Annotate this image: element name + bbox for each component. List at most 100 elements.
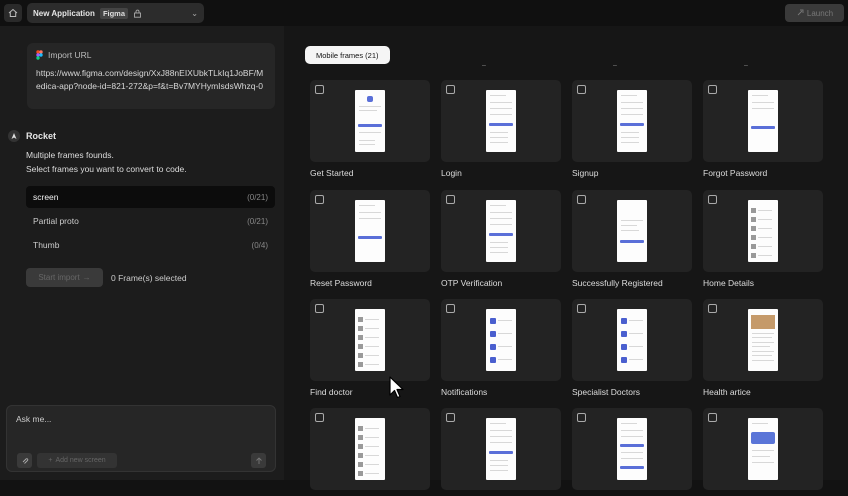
frame-checkbox[interactable] <box>446 195 455 204</box>
mock-line <box>490 212 512 213</box>
frame-card[interactable]: Home Details <box>703 190 823 288</box>
launch-button[interactable]: Launch <box>785 4 844 22</box>
frame-card[interactable]: Login <box>441 80 561 178</box>
assistant-message-line2: Select frames you want to convert to cod… <box>26 163 187 174</box>
launch-label: Launch <box>806 8 834 18</box>
tab-mobile-frames[interactable]: Mobile frames (21) <box>305 46 390 64</box>
mock-button <box>489 123 513 126</box>
frame-group-partial-proto[interactable]: Partial proto (0/21) <box>26 210 275 232</box>
send-button[interactable] <box>251 453 266 468</box>
frame-thumbnail[interactable] <box>441 408 561 490</box>
frame-group-screen[interactable]: screen (0/21) <box>26 186 275 208</box>
frame-card[interactable]: Specialist Doctors <box>572 299 692 397</box>
frame-thumbnail[interactable] <box>703 299 823 381</box>
frame-group-thumb[interactable]: Thumb (0/4) <box>26 234 275 256</box>
mock-line <box>752 102 774 103</box>
frame-card[interactable]: OTP Verification <box>441 190 561 288</box>
frame-card[interactable]: Get Started <box>310 80 430 178</box>
frame-checkbox[interactable] <box>577 85 586 94</box>
assistant-name: Rocket <box>26 131 57 141</box>
frame-checkbox[interactable] <box>315 195 324 204</box>
frame-thumbnail[interactable] <box>310 299 430 381</box>
frame-card[interactable]: Forgot Password <box>703 80 823 178</box>
app-name: New Application <box>33 8 95 18</box>
separator-dash: – <box>744 62 748 69</box>
attach-button[interactable] <box>17 453 32 468</box>
frame-card[interactable]: Find doctor <box>310 299 430 397</box>
start-import-label: Start import <box>38 273 80 282</box>
frame-thumbnail[interactable] <box>572 408 692 490</box>
frame-thumbnail[interactable] <box>310 408 430 490</box>
frame-checkbox[interactable] <box>446 413 455 422</box>
mock-line <box>758 246 772 247</box>
frame-thumbnail[interactable] <box>441 190 561 272</box>
mock-button <box>751 126 775 129</box>
mock-line <box>490 218 512 219</box>
mock-thumb <box>358 317 363 322</box>
frame-checkbox[interactable] <box>708 304 717 313</box>
mock-line <box>490 137 508 138</box>
frame-thumbnail[interactable] <box>572 80 692 162</box>
frame-preview <box>748 200 778 262</box>
frame-card[interactable] <box>310 408 430 496</box>
frame-checkbox[interactable] <box>446 304 455 313</box>
frame-thumbnail[interactable] <box>441 299 561 381</box>
frame-thumbnail[interactable] <box>310 190 430 272</box>
frame-thumbnail[interactable] <box>703 408 823 490</box>
add-new-screen-button[interactable]: + Add new screen <box>37 453 117 468</box>
frame-checkbox[interactable] <box>315 413 324 422</box>
mock-logo <box>367 96 373 102</box>
mock-line <box>629 320 643 321</box>
mock-line <box>752 423 768 424</box>
frame-card[interactable]: Health artice <box>703 299 823 397</box>
frame-preview <box>617 309 647 371</box>
mock-line <box>365 355 379 356</box>
frame-card[interactable] <box>703 408 823 496</box>
frame-thumbnail[interactable] <box>441 80 561 162</box>
mock-line <box>758 219 772 220</box>
frame-label: Get Started <box>310 168 354 178</box>
frame-card[interactable]: Signup <box>572 80 692 178</box>
frame-thumbnail[interactable] <box>310 80 430 162</box>
frame-checkbox[interactable] <box>315 304 324 313</box>
frame-checkbox[interactable] <box>708 195 717 204</box>
rocket-icon <box>797 9 804 16</box>
frame-group-count: (0/4) <box>251 240 268 250</box>
frame-card[interactable] <box>441 408 561 496</box>
app-selector[interactable]: New Application Figma ⌄ <box>27 3 204 23</box>
frame-checkbox[interactable] <box>708 85 717 94</box>
frame-checkbox[interactable] <box>315 85 324 94</box>
frame-card[interactable] <box>572 408 692 496</box>
mock-button <box>620 466 644 469</box>
chat-input-box[interactable]: Ask me... + Add new screen <box>6 405 276 472</box>
mock-thumb <box>358 326 363 331</box>
mock-thumb <box>358 471 363 476</box>
mock-thumb <box>358 444 363 449</box>
frame-preview <box>486 90 516 152</box>
mock-line <box>359 132 381 133</box>
mock-line <box>621 230 639 231</box>
frame-checkbox[interactable] <box>577 413 586 422</box>
mock-thumb <box>358 426 363 431</box>
mock-line <box>365 446 379 447</box>
frame-thumbnail[interactable] <box>572 190 692 272</box>
lock-icon <box>133 9 142 18</box>
frame-checkbox[interactable] <box>708 413 717 422</box>
frame-thumbnail[interactable] <box>703 190 823 272</box>
mock-line <box>752 108 774 109</box>
frame-checkbox[interactable] <box>446 85 455 94</box>
start-import-button[interactable]: Start import → <box>26 268 103 287</box>
mock-line <box>621 452 643 453</box>
mock-line <box>365 337 379 338</box>
frame-preview <box>617 418 647 480</box>
separator-dash: – <box>613 62 617 69</box>
home-button[interactable] <box>4 4 22 22</box>
frame-card[interactable]: Reset Password <box>310 190 430 288</box>
frame-checkbox[interactable] <box>577 304 586 313</box>
mock-line <box>621 108 643 109</box>
frame-card[interactable]: Successfully Registered <box>572 190 692 288</box>
frame-thumbnail[interactable] <box>572 299 692 381</box>
frame-thumbnail[interactable] <box>703 80 823 162</box>
frame-checkbox[interactable] <box>577 195 586 204</box>
frame-card[interactable]: Notifications <box>441 299 561 397</box>
